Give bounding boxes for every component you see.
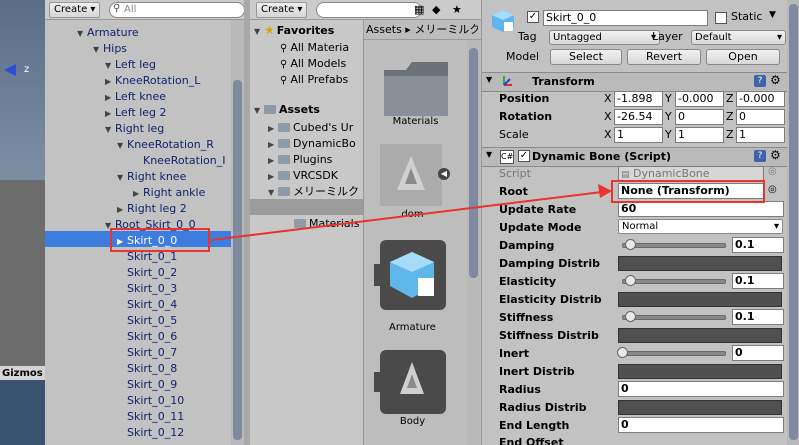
annotation-arrow [210,184,612,241]
